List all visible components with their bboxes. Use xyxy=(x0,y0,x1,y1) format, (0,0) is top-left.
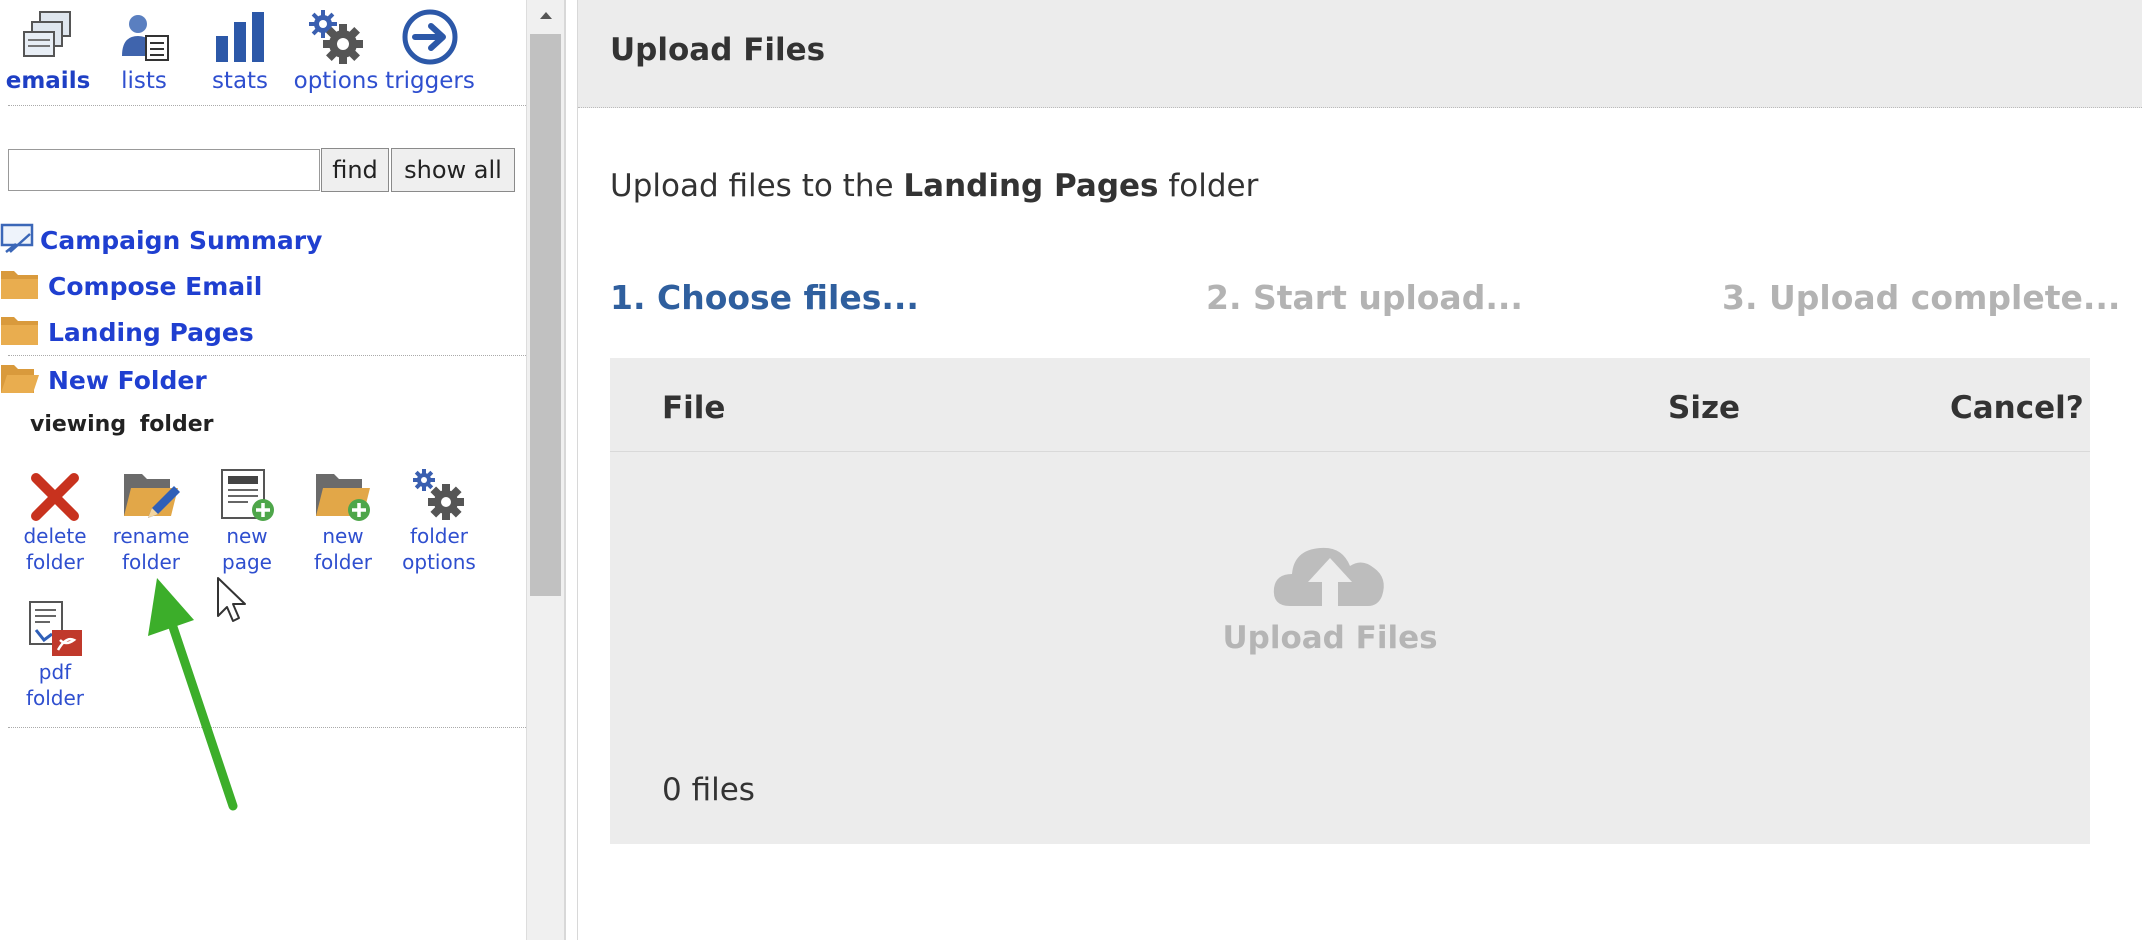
top-navigation: emails lists stats options triggers xyxy=(0,0,526,104)
dropzone-label: Upload Files xyxy=(1222,620,1438,656)
scrollbar-thumb[interactable] xyxy=(530,34,561,596)
divider xyxy=(8,355,526,356)
nav-stats[interactable]: stats xyxy=(192,4,288,94)
folder-options-button[interactable]: folder options xyxy=(391,462,487,574)
new-page-button[interactable]: new page xyxy=(199,462,295,574)
left-panel: emails lists stats options triggers find… xyxy=(0,0,526,940)
nav-label: triggers xyxy=(385,68,475,94)
action-label-line2: folder xyxy=(121,550,181,574)
tree-item-new-folder[interactable]: New Folder xyxy=(0,360,207,400)
step-upload-complete: 3. Upload complete... xyxy=(1722,278,2121,317)
lists-icon xyxy=(96,4,192,66)
search-input[interactable] xyxy=(8,149,320,191)
delete-icon xyxy=(7,462,103,522)
nav-label: lists xyxy=(121,68,167,94)
nav-triggers[interactable]: triggers xyxy=(382,4,478,94)
folder-icon xyxy=(0,267,40,305)
rename-folder-icon xyxy=(103,462,199,522)
nav-label: options xyxy=(293,68,379,94)
file-count: 0 files xyxy=(662,772,755,808)
rename-folder-button[interactable]: rename folder xyxy=(103,462,199,574)
step-start-upload: 2. Start upload... xyxy=(1206,278,1523,317)
action-label-line1: delete xyxy=(23,524,87,548)
viewing-folder-label: viewing folder xyxy=(30,412,214,437)
panel-splitter[interactable] xyxy=(564,0,578,940)
action-label-line2: page xyxy=(222,550,272,574)
folder-icon xyxy=(0,313,40,351)
divider xyxy=(8,105,526,106)
action-label-line1: rename xyxy=(112,524,190,548)
cloud-upload-icon xyxy=(1270,547,1390,612)
find-button[interactable]: find xyxy=(321,148,389,192)
nav-lists[interactable]: lists xyxy=(96,4,192,94)
action-label-line2: options xyxy=(402,550,476,574)
action-label-line2: folder xyxy=(25,686,85,710)
file-upload-table: File Size Cancel? Upload Files 0 files xyxy=(610,358,2090,844)
instruction-suffix: folder xyxy=(1158,168,1259,204)
new-folder-icon xyxy=(295,462,391,522)
upload-instruction: Upload files to the Landing Pages folder xyxy=(610,168,1258,204)
column-size: Size xyxy=(1668,390,1741,426)
action-label-line1: new xyxy=(226,524,268,548)
folder-options-icon xyxy=(391,462,487,522)
scroll-up-icon[interactable] xyxy=(527,0,565,30)
left-panel-scrollbar[interactable] xyxy=(526,0,564,940)
stats-icon xyxy=(192,4,288,66)
action-label-line1: new xyxy=(322,524,364,548)
action-label-line1: folder xyxy=(409,524,469,548)
instruction-folder-name: Landing Pages xyxy=(903,168,1159,204)
tree-item-campaign-summary[interactable]: Campaign Summary xyxy=(0,220,322,260)
new-page-icon xyxy=(199,462,295,522)
show-all-button[interactable]: show all xyxy=(391,148,515,192)
tree-item-compose-email[interactable]: Compose Email xyxy=(0,266,262,306)
nav-label: emails xyxy=(5,68,91,94)
gear-icon xyxy=(288,4,384,66)
nav-options[interactable]: options xyxy=(288,4,384,94)
tree-item-landing-pages[interactable]: Landing Pages xyxy=(0,312,254,352)
pdf-folder-icon xyxy=(7,598,103,658)
upload-dropzone[interactable]: Upload Files xyxy=(1170,538,1490,678)
column-cancel: Cancel? xyxy=(1950,390,2084,426)
step-choose-files[interactable]: 1. Choose files... xyxy=(610,278,919,317)
action-label-line1: pdf xyxy=(38,660,72,684)
instruction-prefix: Upload files to the xyxy=(610,168,904,204)
column-file: File xyxy=(662,390,726,426)
tree-item-label: Compose Email xyxy=(48,271,263,301)
table-header: File Size Cancel? xyxy=(610,358,2090,452)
page-title: Upload Files xyxy=(610,32,826,68)
folder-open-icon xyxy=(0,361,40,399)
emails-icon xyxy=(0,4,96,66)
divider xyxy=(8,727,526,728)
arrow-circle-icon xyxy=(382,4,478,66)
nav-emails[interactable]: emails xyxy=(0,4,96,94)
nav-label: stats xyxy=(211,68,269,94)
campaign-summary-icon xyxy=(0,220,36,260)
main-header: Upload Files xyxy=(578,0,2142,108)
main-panel: Upload Files Upload files to the Landing… xyxy=(578,0,2142,940)
pdf-folder-button[interactable]: pdf folder xyxy=(7,598,103,710)
tree-item-label: Campaign Summary xyxy=(40,225,323,255)
action-label-line2: folder xyxy=(25,550,85,574)
new-folder-button[interactable]: new folder xyxy=(295,462,391,574)
delete-folder-button[interactable]: delete folder xyxy=(7,462,103,574)
tree-item-label: New Folder xyxy=(48,365,207,395)
tree-item-label: Landing Pages xyxy=(48,317,254,347)
action-label-line2: folder xyxy=(313,550,373,574)
